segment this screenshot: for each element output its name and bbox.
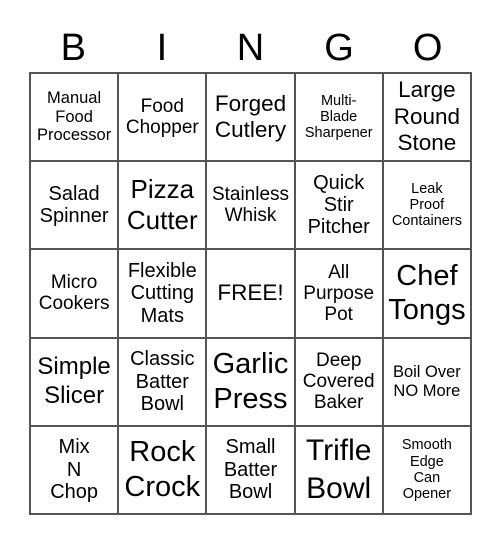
- bingo-cell[interactable]: Micro Cookers: [30, 249, 119, 338]
- bingo-cell[interactable]: Rock Crock: [118, 425, 207, 514]
- cell-label: All Purpose Pot: [303, 261, 375, 326]
- header-letter-b: B: [60, 27, 86, 69]
- header-letter-i: I: [156, 27, 168, 69]
- bingo-cell[interactable]: Manual Food Processor: [30, 73, 119, 162]
- cell-label: Stainless Whisk: [211, 184, 290, 227]
- bingo-grid: Manual Food Processor Food Chopper Forged …: [29, 72, 472, 515]
- bingo-cell[interactable]: Chef Tongs: [382, 249, 471, 338]
- cell-label: Chef Tongs: [388, 259, 466, 327]
- cell-label: Smooth Edge Can Opener: [401, 437, 452, 503]
- cell-label: Garlic Press: [212, 347, 289, 415]
- bingo-cell[interactable]: Flexible Cutting Mats: [118, 249, 207, 338]
- bingo-cell[interactable]: Forged Cutlery: [206, 73, 295, 162]
- bingo-cell[interactable]: Trifle Bowl: [294, 425, 383, 514]
- cell-label: Leak Proof Containers: [391, 180, 462, 230]
- bingo-cell[interactable]: Stainless Whisk: [206, 161, 295, 250]
- bingo-cell[interactable]: Mix N Chop: [30, 425, 119, 514]
- bingo-cell[interactable]: Large Round Stone: [382, 73, 471, 162]
- bingo-cell[interactable]: Quick Stir Pitcher: [294, 161, 383, 250]
- cell-label: FREE!: [217, 280, 284, 306]
- bingo-cell[interactable]: Boil Over NO More: [382, 337, 471, 426]
- bingo-cell[interactable]: Smooth Edge Can Opener: [382, 425, 471, 514]
- bingo-cell[interactable]: Pizza Cutter: [118, 161, 207, 250]
- cell-label: Trifle Bowl: [305, 434, 372, 505]
- cell-label: Forged Cutlery: [214, 90, 287, 143]
- bingo-header: B I N G O: [29, 24, 472, 72]
- cell-label: Small Batter Bowl: [223, 436, 278, 504]
- cell-label: Simple Slicer: [37, 353, 111, 409]
- bingo-cell[interactable]: Salad Spinner: [30, 161, 119, 250]
- cell-label: Quick Stir Pitcher: [307, 171, 370, 239]
- cell-label: Deep Covered Baker: [302, 349, 375, 414]
- cell-label: Boil Over NO More: [392, 363, 461, 400]
- cell-label: Pizza Cutter: [126, 174, 198, 236]
- bingo-cell[interactable]: Simple Slicer: [30, 337, 119, 426]
- cell-label: Mix N Chop: [50, 436, 98, 504]
- cell-label: Flexible Cutting Mats: [127, 259, 197, 327]
- bingo-cell[interactable]: Garlic Press: [206, 337, 295, 426]
- cell-label: Multi- Blade Sharpener: [304, 92, 373, 142]
- bingo-cell[interactable]: Small Batter Bowl: [206, 425, 295, 514]
- bingo-cell[interactable]: Food Chopper: [118, 73, 207, 162]
- cell-label: Salad Spinner: [39, 182, 109, 228]
- header-letter-n: N: [236, 27, 265, 69]
- header-letter-g: G: [324, 27, 354, 69]
- bingo-cell[interactable]: Classic Batter Bowl: [118, 337, 207, 426]
- bingo-cell[interactable]: Multi- Blade Sharpener: [294, 73, 383, 162]
- free-space-cell[interactable]: FREE!: [206, 249, 295, 338]
- cell-label: Classic Batter Bowl: [130, 348, 195, 415]
- cell-label: Manual Food Processor: [36, 89, 112, 145]
- cell-label: Food Chopper: [125, 95, 199, 139]
- cell-label: Rock Crock: [124, 436, 201, 503]
- cell-label: Large Round Stone: [393, 77, 461, 156]
- cell-label: Micro Cookers: [38, 272, 110, 315]
- bingo-cell[interactable]: Leak Proof Containers: [382, 161, 471, 250]
- header-letter-o: O: [412, 27, 443, 69]
- bingo-cell[interactable]: All Purpose Pot: [294, 249, 383, 338]
- bingo-cell[interactable]: Deep Covered Baker: [294, 337, 383, 426]
